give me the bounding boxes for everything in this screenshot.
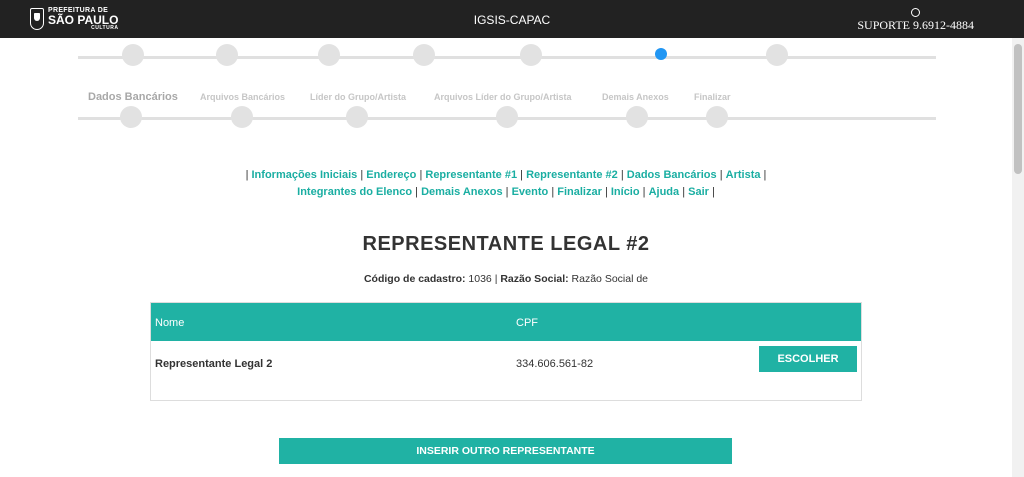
page-scrollbar[interactable] [1012, 38, 1024, 477]
nav-link-artista[interactable]: Artista [726, 169, 761, 181]
wizard-step-dot[interactable] [413, 44, 435, 66]
wizard-step-dot[interactable] [520, 44, 542, 66]
wizard-step-dot[interactable] [120, 106, 142, 128]
wizard-step-label[interactable]: Dados Bancários [88, 91, 178, 103]
wizard-step-dot[interactable] [626, 106, 648, 128]
social-label: Razão Social: [500, 273, 569, 285]
wizard-step-label[interactable]: Demais Anexos [602, 92, 669, 102]
nav-link-finalizar[interactable]: Finalizar [557, 186, 602, 198]
nav-link-demais-anexos[interactable]: Demais Anexos [421, 186, 503, 198]
social-value: Razão Social de [571, 273, 649, 285]
support-text: SUPORTE 9.6912-4884 [857, 18, 974, 32]
insert-another-representative-button[interactable]: INSERIR OUTRO REPRESENTANTE [279, 438, 732, 464]
wizard-step-dot[interactable] [216, 44, 238, 66]
representatives-table: Nome CPF Representante Legal 2 334.606.5… [150, 302, 862, 401]
wizard-step-dot[interactable] [496, 106, 518, 128]
wizard-step-dot[interactable] [231, 106, 253, 128]
support-contact[interactable]: SUPORTE 9.6912-4884 [857, 8, 974, 33]
page-title: REPRESENTANTE LEGAL #2 [362, 233, 650, 255]
nav-link-integrantes-do-elenco[interactable]: Integrantes do Elenco [297, 186, 412, 198]
whatsapp-icon [911, 8, 921, 17]
nav-link-evento[interactable]: Evento [512, 186, 549, 198]
wizard-step-dot[interactable] [122, 44, 144, 66]
top-bar: PREFEITURA DE SÃO PAULO CULTURA IGSIS-CA… [0, 0, 1024, 38]
choose-button[interactable]: ESCOLHER [759, 346, 857, 372]
code-value: 1036 [468, 273, 492, 285]
nav-link-representante-2[interactable]: Representante #2 [526, 169, 618, 181]
column-header-nome: Nome [155, 317, 185, 329]
wizard-step-label[interactable]: Líder do Grupo/Artista [310, 92, 406, 102]
nav-link-ajuda[interactable]: Ajuda [649, 186, 680, 198]
nav-links: | Informações Iniciais | Endereço | Repr… [0, 167, 1012, 201]
wizard-step-dot[interactable] [766, 44, 788, 66]
nav-link-sair[interactable]: Sair [688, 186, 709, 198]
wizard-step-dot[interactable] [706, 106, 728, 128]
nav-links-line-1: | Informações Iniciais | Endereço | Repr… [245, 169, 767, 181]
wizard-step-label[interactable]: Arquivos Líder do Grupo/Artista [434, 92, 572, 102]
nav-links-line-2: Integrantes do Elenco | Demais Anexos | … [297, 186, 715, 198]
nav-link-endereco[interactable]: Endereço [366, 169, 416, 181]
nav-link-dados-bancarios[interactable]: Dados Bancários [627, 169, 717, 181]
scrollbar-thumb[interactable] [1014, 44, 1022, 174]
wizard-step-label[interactable]: Finalizar [694, 92, 731, 102]
wizard-step-dot-active[interactable] [655, 48, 667, 60]
registration-info: Código de cadastro: 1036 | Razão Social:… [363, 273, 649, 285]
wizard-step-dot[interactable] [318, 44, 340, 66]
table-header: Nome CPF [151, 303, 861, 341]
table-row: Representante Legal 2 334.606.561-82 ESC… [151, 341, 861, 389]
nav-link-representante-1[interactable]: Representante #1 [425, 169, 517, 181]
wizard-step-dot[interactable] [346, 106, 368, 128]
wizard-line-top [78, 56, 936, 59]
nav-link-informacoes-iniciais[interactable]: Informações Iniciais [252, 169, 358, 181]
wizard-step-label[interactable]: Arquivos Bancários [200, 92, 285, 102]
code-label: Código de cadastro: [363, 273, 466, 285]
cell-cpf: 334.606.561-82 [516, 358, 594, 370]
column-header-cpf: CPF [516, 317, 538, 329]
nav-link-inicio[interactable]: Início [611, 186, 640, 198]
cell-nome: Representante Legal 2 [155, 358, 273, 370]
